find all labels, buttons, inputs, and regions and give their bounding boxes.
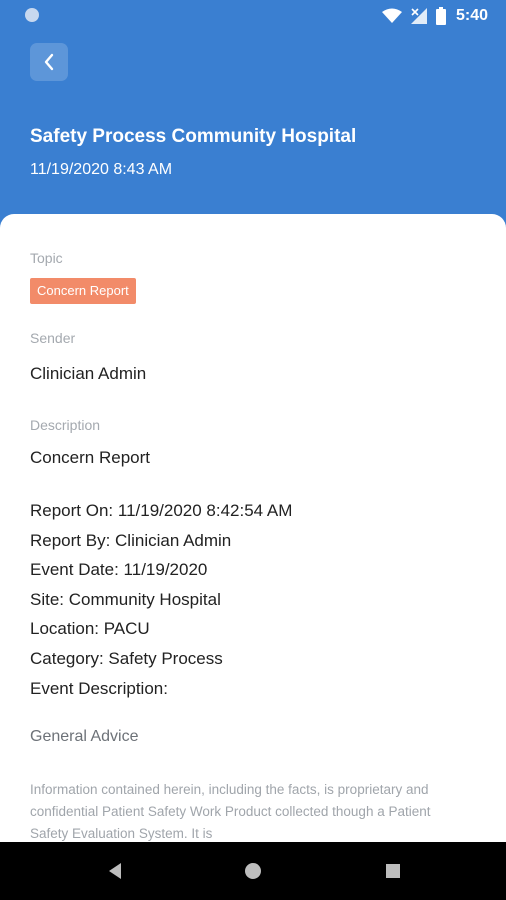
description-value: Concern Report bbox=[30, 448, 151, 467]
detail-line: Location: PACU bbox=[30, 619, 150, 639]
sender-value: Clinician Admin bbox=[30, 364, 147, 383]
detail-line: Report On: 11/19/2020 8:42:54 AM bbox=[30, 501, 293, 520]
notification-dot-icon bbox=[25, 8, 39, 22]
navigation-bar bbox=[0, 842, 506, 900]
status-time: 5:40 bbox=[455, 7, 488, 24]
sender-label: Sender bbox=[30, 330, 76, 346]
advice-text: Information contained herein, including … bbox=[30, 782, 431, 841]
detail-line: Category: Safety Process bbox=[30, 648, 223, 668]
header-date: 11/19/2020 8:43 AM bbox=[30, 161, 173, 178]
detail-line: Event Description: bbox=[30, 678, 168, 698]
chevron-left-icon bbox=[44, 53, 54, 71]
detail-line: Event Date: 11/19/2020 bbox=[30, 560, 208, 580]
description-label: Description bbox=[30, 417, 101, 433]
detail-card: Topic Concern Report Sender Clinician Ad… bbox=[0, 214, 506, 874]
advice-title: General Advice bbox=[30, 728, 139, 745]
back-button[interactable] bbox=[30, 43, 68, 81]
circle-home-icon bbox=[245, 863, 261, 879]
status-bar: 5:40 bbox=[0, 0, 506, 32]
detail-line: Site: Community Hospital bbox=[30, 589, 221, 609]
nav-recents-button[interactable] bbox=[373, 842, 413, 900]
topic-label: Topic bbox=[30, 250, 63, 266]
wifi-icon bbox=[381, 8, 402, 23]
topic-badge: Concern Report bbox=[30, 278, 136, 304]
nav-home-button[interactable] bbox=[233, 842, 273, 900]
description-details: Report On: 11/19/2020 8:42:54 AM Report … bbox=[30, 496, 292, 703]
cell-signal-icon bbox=[410, 8, 427, 24]
page-title: Safety Process Community Hospital bbox=[30, 126, 357, 147]
detail-line: Report By: Clinician Admin bbox=[30, 530, 232, 550]
nav-back-button[interactable] bbox=[95, 842, 135, 900]
square-recents-icon bbox=[386, 864, 400, 878]
triangle-back-icon bbox=[109, 863, 121, 879]
battery-icon bbox=[435, 7, 446, 25]
